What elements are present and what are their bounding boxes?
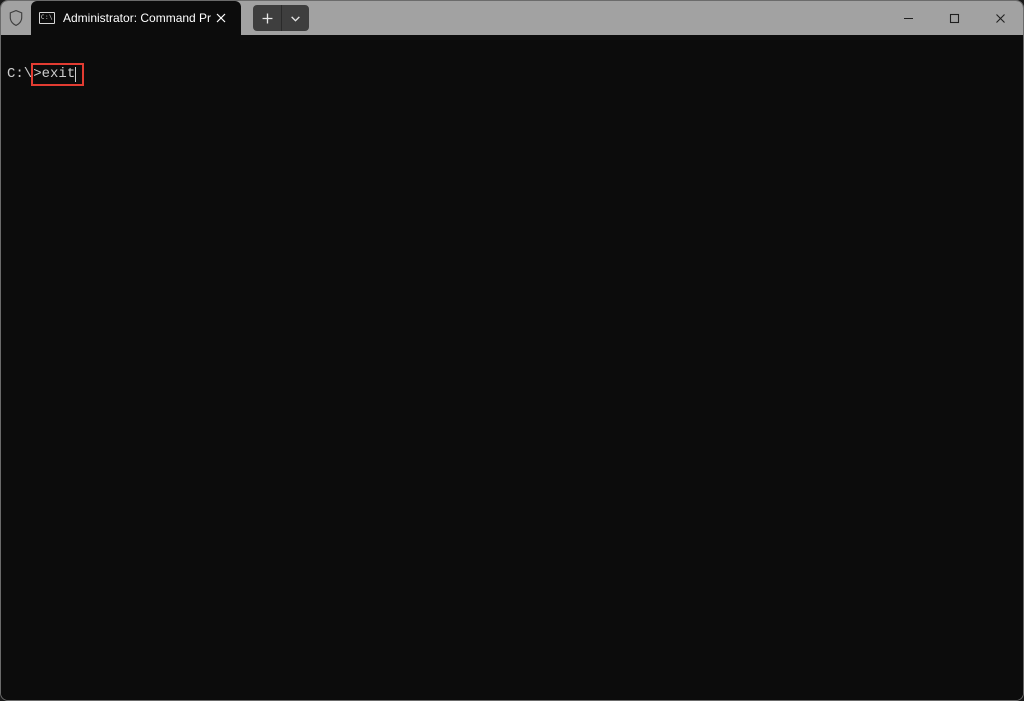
minimize-icon xyxy=(903,13,914,24)
prompt-prefix: C:\ xyxy=(7,66,32,83)
title-bar[interactable]: C:\ Administrator: Command Pro xyxy=(1,1,1023,35)
tab-close-button[interactable] xyxy=(211,8,231,28)
plus-icon xyxy=(262,13,273,24)
prompt-line: C:\>exit xyxy=(7,63,1017,86)
annotation-highlight: >exit xyxy=(31,63,84,86)
maximize-icon xyxy=(949,13,960,24)
window-controls xyxy=(885,1,1023,35)
new-tab-group xyxy=(253,5,309,31)
tab-title: Administrator: Command Pro xyxy=(63,11,211,25)
new-tab-dropdown-button[interactable] xyxy=(281,5,309,31)
maximize-button[interactable] xyxy=(931,1,977,35)
cmd-app-icon-text: C:\ xyxy=(41,15,53,21)
close-icon xyxy=(216,13,226,23)
window-frame: C:\ Administrator: Command Pro xyxy=(0,0,1024,701)
minimize-button[interactable] xyxy=(885,1,931,35)
new-tab-button[interactable] xyxy=(253,5,281,31)
text-cursor xyxy=(75,67,76,82)
shield-icon xyxy=(9,10,23,26)
close-icon xyxy=(995,13,1006,24)
typed-command: >exit xyxy=(33,66,75,83)
active-tab[interactable]: C:\ Administrator: Command Pro xyxy=(31,1,241,35)
chevron-down-icon xyxy=(290,13,301,24)
admin-shield-slot xyxy=(1,1,31,35)
window-close-button[interactable] xyxy=(977,1,1023,35)
terminal-output-area[interactable]: C:\>exit xyxy=(1,35,1023,700)
cmd-app-icon: C:\ xyxy=(39,12,55,24)
